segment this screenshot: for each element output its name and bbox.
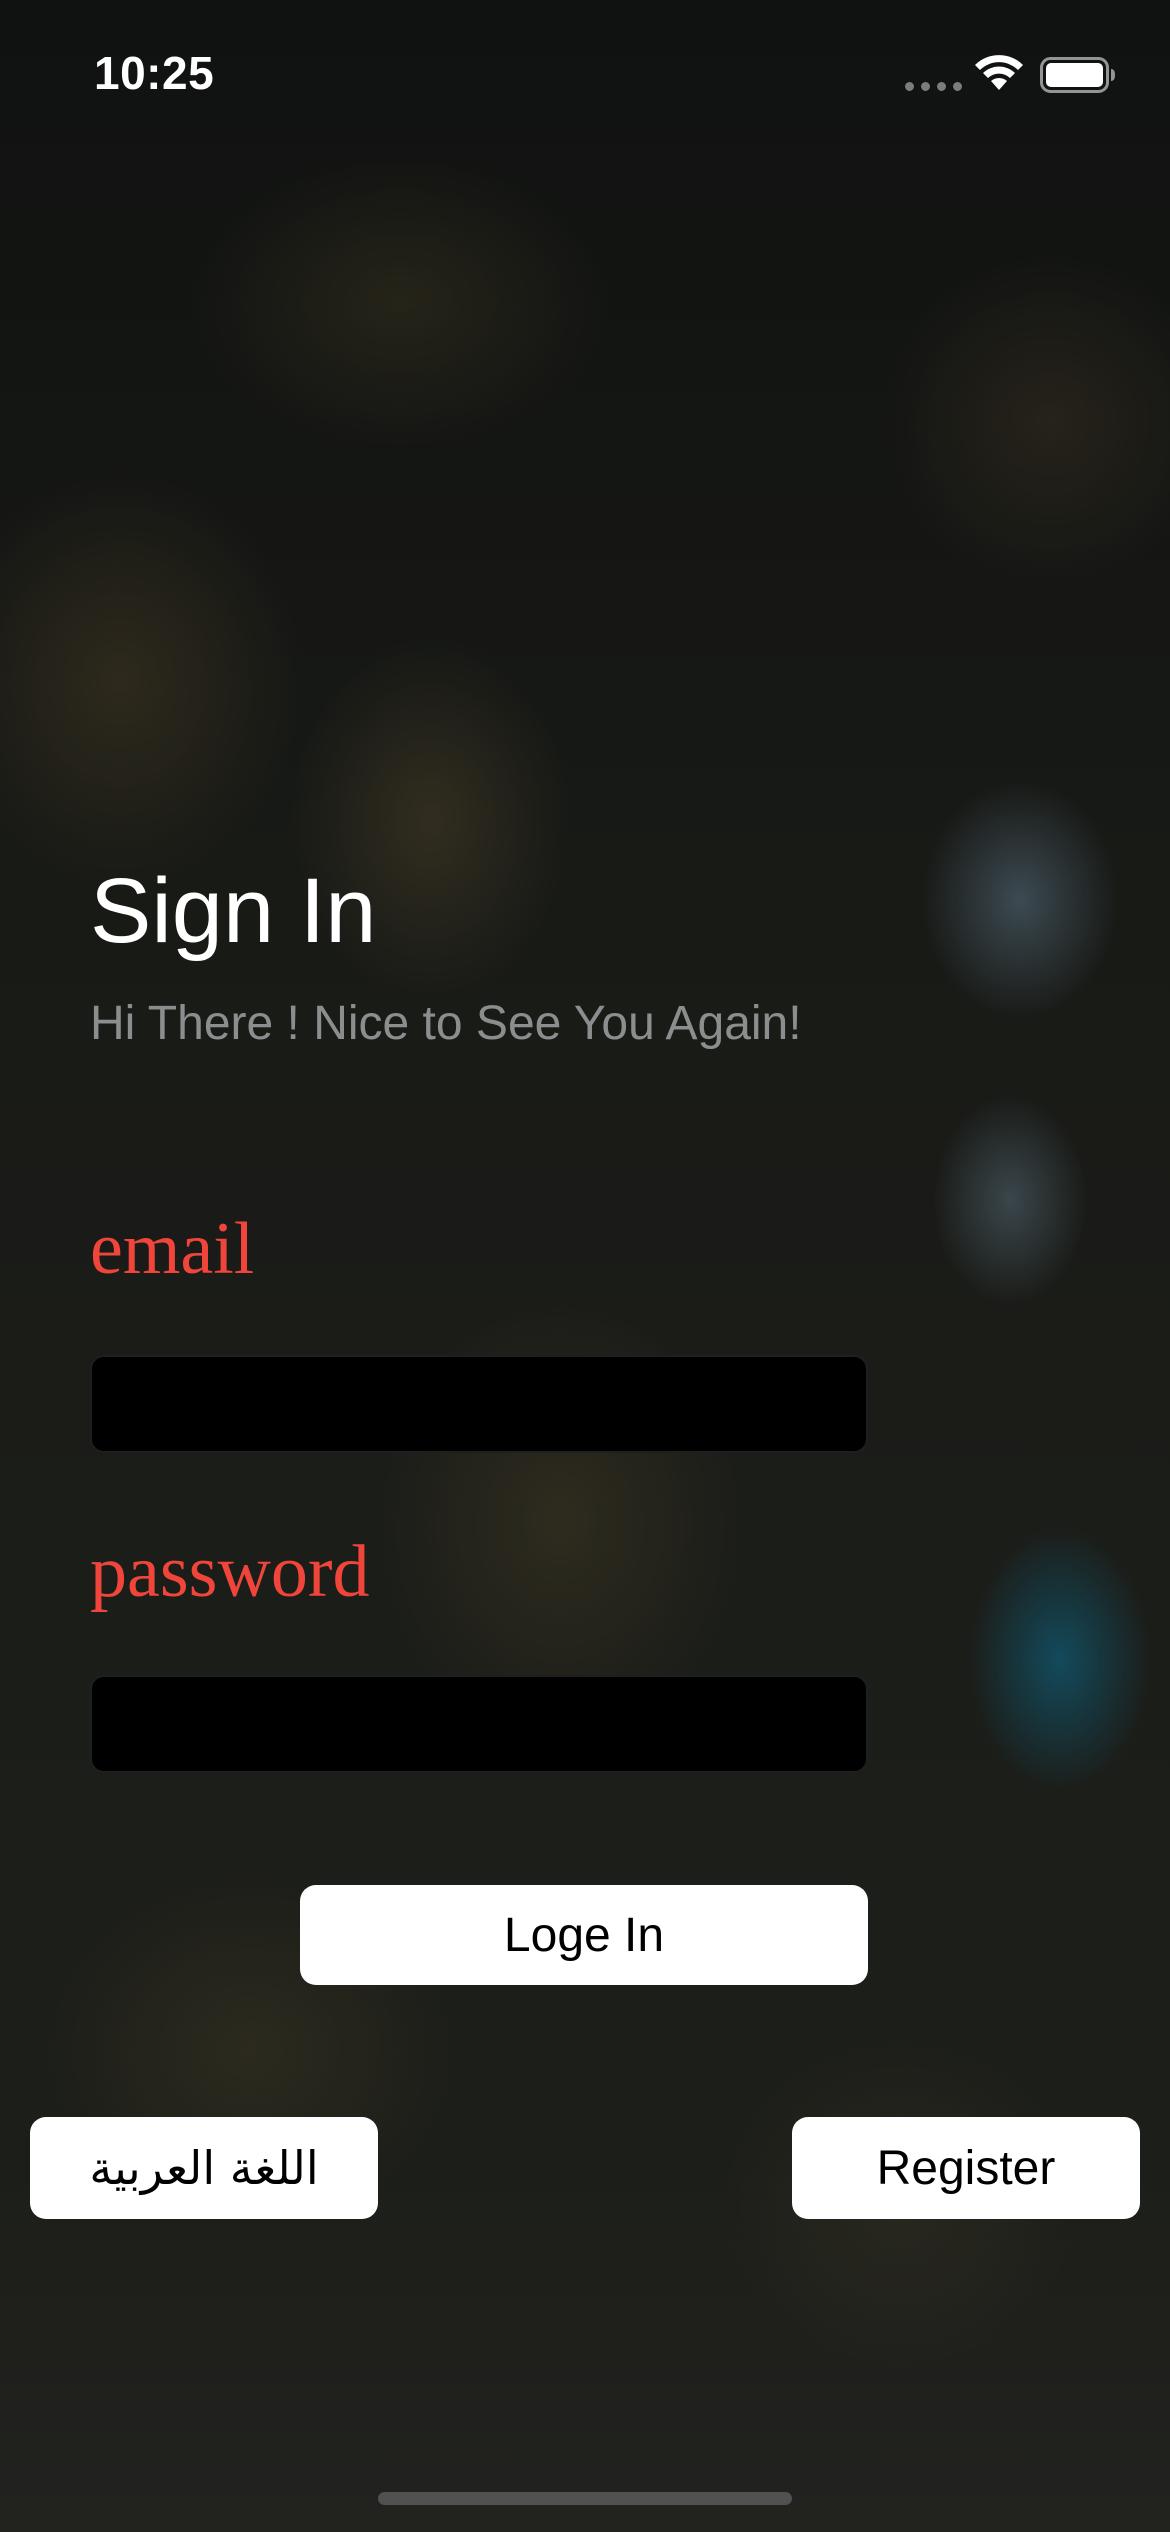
- arabic-language-button[interactable]: اللغة العربية: [30, 2117, 378, 2219]
- register-button[interactable]: Register: [792, 2117, 1140, 2219]
- status-time: 10:25: [94, 47, 215, 99]
- login-button[interactable]: Loge In: [300, 1885, 868, 1985]
- wifi-icon: [975, 55, 1023, 90]
- password-label: password: [90, 1531, 370, 1613]
- battery-icon: [1040, 57, 1115, 93]
- email-field[interactable]: [90, 1355, 868, 1453]
- page-title: Sign In: [90, 860, 377, 962]
- page-subtitle: Hi There ! Nice to See You Again!: [90, 997, 802, 1050]
- home-indicator: [378, 2492, 792, 2505]
- email-label: email: [90, 1208, 255, 1290]
- cellular-signal-icon: [905, 82, 962, 91]
- password-field[interactable]: [90, 1675, 868, 1773]
